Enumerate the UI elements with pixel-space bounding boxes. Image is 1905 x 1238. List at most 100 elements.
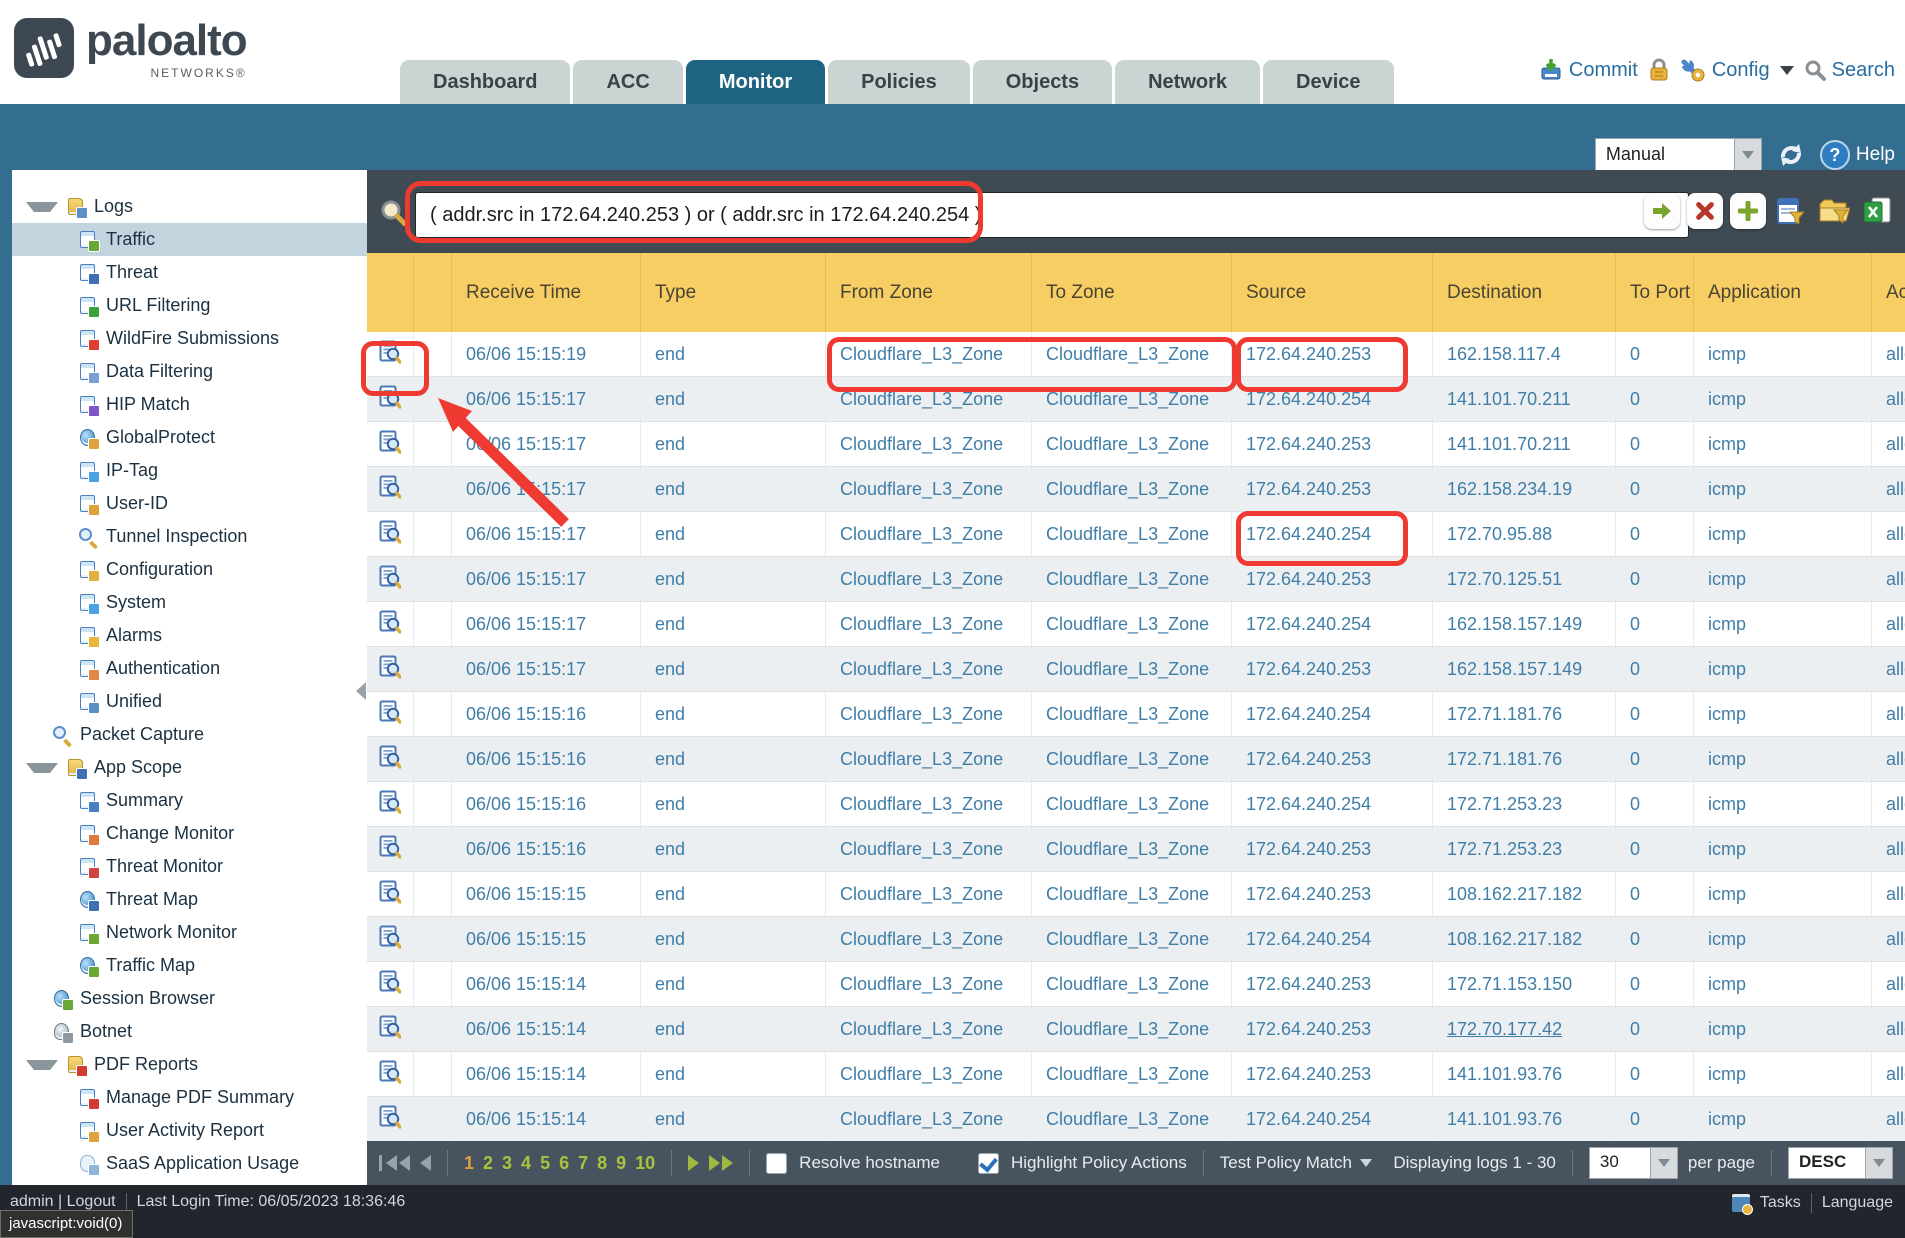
source-cell[interactable]: 172.64.240.253 [1232,557,1433,601]
destination-cell[interactable]: 172.71.253.23 [1433,827,1616,871]
log-detail-button[interactable] [367,1007,414,1051]
expand-triangle-icon[interactable] [26,1060,58,1070]
destination-cell[interactable]: 172.70.177.42 [1433,1007,1616,1051]
commit-button[interactable]: Commit [1539,58,1638,82]
sidebar-item-session-browser[interactable]: Session Browser [12,982,367,1015]
tab-acc[interactable]: ACC [573,60,682,104]
log-detail-button[interactable] [367,827,414,871]
destination-cell[interactable]: 141.101.93.76 [1433,1052,1616,1096]
page-number-2[interactable]: 2 [483,1153,493,1174]
destination-cell[interactable]: 141.101.93.76 [1433,1097,1616,1141]
log-detail-button[interactable] [367,962,414,1006]
log-detail-button[interactable] [367,917,414,961]
sidebar-item-url-filtering[interactable]: URL Filtering [12,289,367,322]
column-header-destination[interactable]: Destination [1433,253,1616,332]
search-button[interactable]: Search [1804,59,1895,82]
clear-filter-button[interactable] [1687,193,1723,229]
source-cell[interactable]: 172.64.240.254 [1232,917,1433,961]
column-header-action[interactable]: Action [1872,253,1905,332]
page-number-1[interactable]: 1 [464,1153,474,1174]
page-number-10[interactable]: 10 [635,1153,655,1174]
sidebar-item-wildfire-submissions[interactable]: WildFire Submissions [12,322,367,355]
column-header-blank[interactable] [414,253,452,332]
page-number-7[interactable]: 7 [578,1153,588,1174]
source-cell[interactable]: 172.64.240.254 [1232,1097,1433,1141]
log-detail-button[interactable] [367,647,414,691]
source-cell[interactable]: 172.64.240.253 [1232,737,1433,781]
filter-builder-button[interactable] [1773,193,1809,229]
sidebar-item-tunnel-inspection[interactable]: Tunnel Inspection [12,520,367,553]
log-detail-button[interactable] [367,512,414,556]
lock-icon[interactable] [1648,58,1670,82]
help-button[interactable]: ? Help [1820,140,1895,170]
per-page-select[interactable]: 30 [1589,1147,1678,1179]
column-header-from-zone[interactable]: From Zone [826,253,1032,332]
sidebar-item-saas-application-usage[interactable]: SaaS Application Usage [12,1147,367,1180]
highlight-policy-actions-checkbox[interactable] [978,1153,999,1174]
tab-objects[interactable]: Objects [973,60,1112,104]
load-filter-button[interactable] [1816,193,1852,229]
sidebar-item-hip-match[interactable]: HIP Match [12,388,367,421]
sidebar-item-logs[interactable]: Logs [12,190,367,223]
destination-cell[interactable]: 172.70.95.88 [1433,512,1616,556]
log-detail-button[interactable] [367,782,414,826]
page-number-8[interactable]: 8 [597,1153,607,1174]
source-cell[interactable]: 172.64.240.253 [1232,332,1433,376]
log-detail-button[interactable] [367,1097,414,1141]
refresh-mode-dropdown-button[interactable] [1734,139,1761,171]
sidebar-item-traffic[interactable]: Traffic [12,223,367,256]
sidebar-item-user-id[interactable]: User-ID [12,487,367,520]
first-page-button[interactable] [379,1155,410,1171]
last-page-button[interactable] [709,1155,733,1171]
destination-cell[interactable]: 162.158.117.4 [1433,332,1616,376]
source-cell[interactable]: 172.64.240.253 [1232,422,1433,466]
source-cell[interactable]: 172.64.240.254 [1232,377,1433,421]
tab-dashboard[interactable]: Dashboard [400,60,570,104]
destination-cell[interactable]: 141.101.70.211 [1433,377,1616,421]
sidebar-item-system[interactable]: System [12,586,367,619]
column-header-to-port[interactable]: To Port [1616,253,1694,332]
sort-order-select[interactable]: DESC [1788,1147,1893,1179]
source-cell[interactable]: 172.64.240.254 [1232,782,1433,826]
destination-cell[interactable]: 172.71.153.150 [1433,962,1616,1006]
tab-network[interactable]: Network [1115,60,1260,104]
column-header-application[interactable]: Application [1694,253,1872,332]
expand-triangle-icon[interactable] [26,763,58,773]
log-detail-button[interactable] [367,692,414,736]
destination-cell[interactable]: 172.71.181.76 [1433,737,1616,781]
page-number-4[interactable]: 4 [521,1153,531,1174]
sidebar-item-threat-monitor[interactable]: Threat Monitor [12,850,367,883]
config-menu-button[interactable]: Config [1680,58,1794,82]
tab-policies[interactable]: Policies [828,60,970,104]
sidebar-item-network-monitor[interactable]: Network Monitor [12,916,367,949]
resolve-hostname-checkbox[interactable] [766,1153,787,1174]
source-cell[interactable]: 172.64.240.254 [1232,692,1433,736]
tasks-button[interactable]: Tasks [1760,1194,1801,1212]
page-number-5[interactable]: 5 [540,1153,550,1174]
sidebar-item-ip-tag[interactable]: IP-Tag [12,454,367,487]
source-cell[interactable]: 172.64.240.253 [1232,1007,1433,1051]
apply-filter-button[interactable] [1644,193,1680,229]
log-detail-button[interactable] [367,557,414,601]
prev-page-button[interactable] [420,1155,431,1171]
log-detail-button[interactable] [367,737,414,781]
user-logout-links[interactable]: admin | Logout [10,1193,116,1211]
expand-triangle-icon[interactable] [26,202,58,212]
destination-cell[interactable]: 108.162.217.182 [1433,872,1616,916]
column-header-receive-time[interactable]: Receive Time [452,253,641,332]
destination-cell[interactable]: 172.71.181.76 [1433,692,1616,736]
tab-monitor[interactable]: Monitor [686,60,825,104]
tab-device[interactable]: Device [1263,60,1394,104]
filter-query-input[interactable]: ( addr.src in 172.64.240.253 ) or ( addr… [415,192,1689,238]
destination-cell[interactable]: 162.158.157.149 [1433,647,1616,691]
log-detail-button[interactable] [367,467,414,511]
sidebar-collapse-handle[interactable] [356,682,366,700]
page-number-9[interactable]: 9 [616,1153,626,1174]
refresh-mode-select[interactable]: Manual [1595,138,1762,172]
column-header-type[interactable]: Type [641,253,826,332]
source-cell[interactable]: 172.64.240.253 [1232,962,1433,1006]
sidebar-item-threat[interactable]: Threat [12,256,367,289]
source-cell[interactable]: 172.64.240.253 [1232,872,1433,916]
sidebar-item-data-filtering[interactable]: Data Filtering [12,355,367,388]
sidebar-item-globalprotect[interactable]: GlobalProtect [12,421,367,454]
